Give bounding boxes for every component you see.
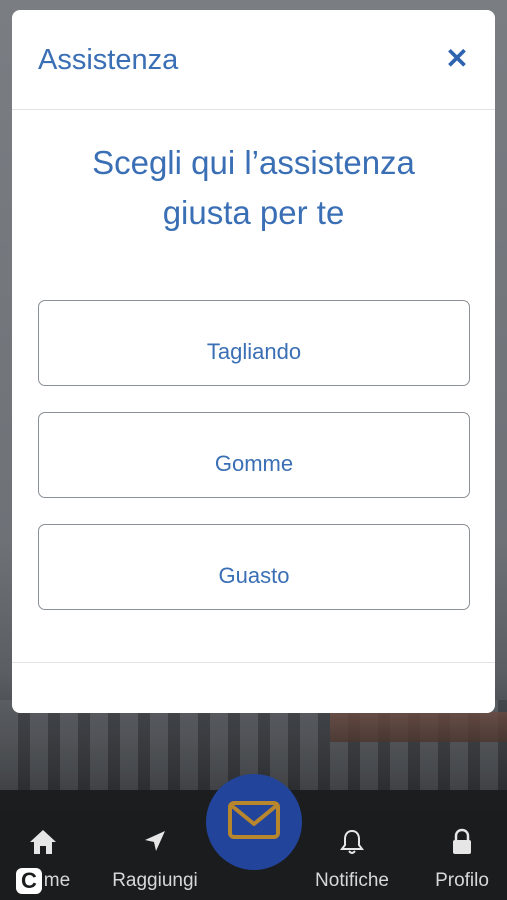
mail-fab-button[interactable] (206, 774, 302, 870)
close-button[interactable]: ✕ (441, 42, 473, 74)
home-icon (28, 828, 58, 862)
app-badge: C (16, 868, 42, 894)
navigation-arrow-icon (142, 828, 168, 860)
background-roof (330, 712, 507, 742)
assistance-modal: Assistenza ✕ Scegli qui l’assistenza giu… (12, 10, 495, 713)
option-tagliando-button[interactable]: Tagliando (38, 300, 470, 386)
options-list: Tagliando Gomme Guasto (38, 300, 470, 636)
heading-line-2: giusta per te (162, 194, 345, 231)
tab-profilo-label: Profilo (435, 870, 489, 891)
mail-icon (227, 800, 281, 845)
close-icon: ✕ (445, 42, 469, 74)
tab-profilo[interactable]: Profilo (420, 810, 504, 900)
modal-title: Assistenza (38, 44, 179, 76)
tab-home[interactable]: me (0, 810, 86, 900)
option-guasto-button[interactable]: Guasto (38, 524, 470, 610)
option-label: Tagliando (206, 339, 302, 364)
modal-header: Assistenza ✕ (12, 10, 495, 110)
tab-raggiungi[interactable]: Raggiungi (100, 810, 210, 900)
tab-notifiche-label: Notifiche (315, 870, 389, 891)
option-label: Guasto (218, 563, 290, 588)
modal-heading: Scegli qui l’assistenza giusta per te (12, 138, 495, 238)
option-gomme-button[interactable]: Gomme (38, 412, 470, 498)
tab-notifiche[interactable]: Notifiche (300, 810, 404, 900)
tab-raggiungi-label: Raggiungi (112, 870, 198, 891)
modal-footer (12, 662, 495, 713)
bell-icon (339, 828, 365, 862)
heading-line-1: Scegli qui l’assistenza (92, 144, 415, 181)
lock-icon (450, 828, 474, 862)
option-label: Gomme (214, 451, 294, 476)
